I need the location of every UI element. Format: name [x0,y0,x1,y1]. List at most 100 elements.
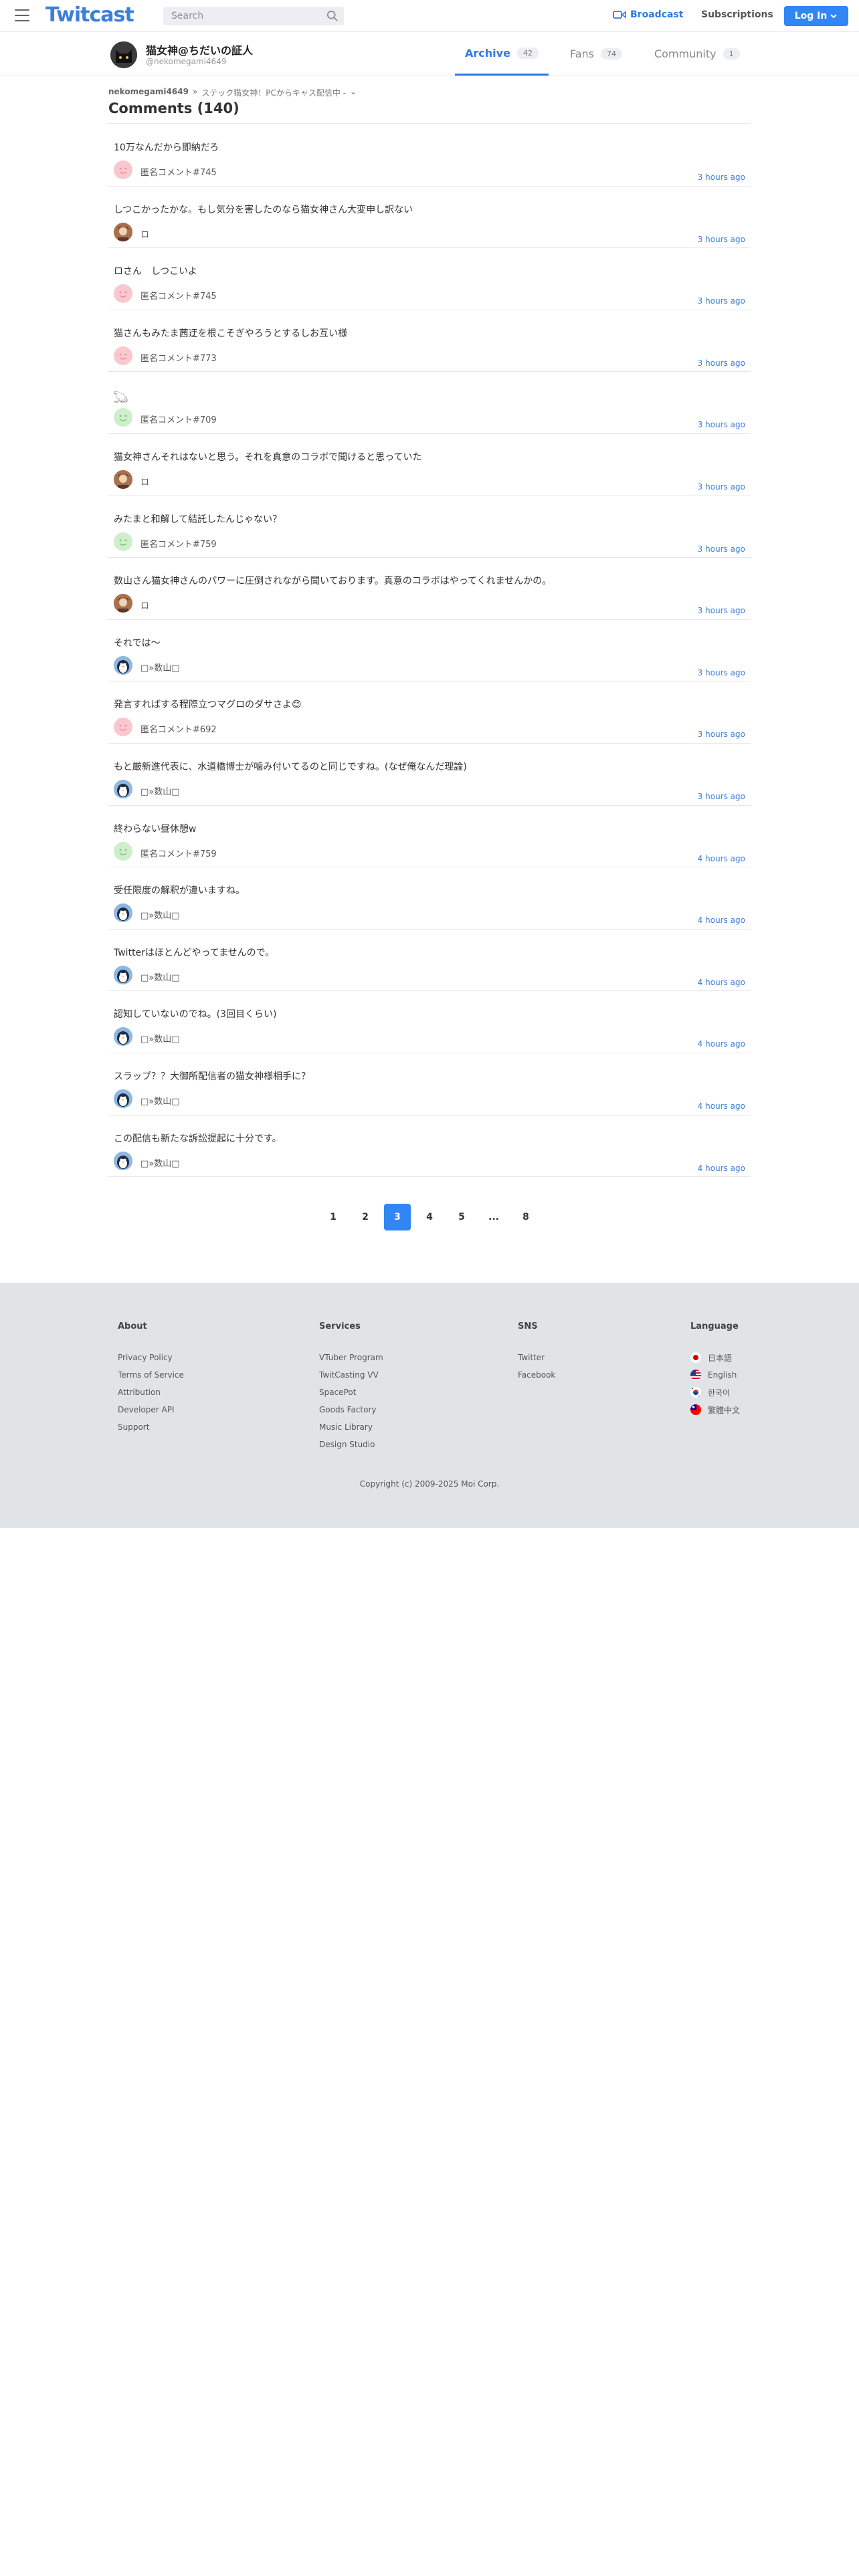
comment-time[interactable]: 3 hours ago [698,544,745,554]
footer-link[interactable]: TwitCasting VV [319,1370,383,1380]
comment-time[interactable]: 3 hours ago [698,358,745,368]
commenter-name[interactable]: 匿名コメント#759 [140,537,217,550]
commenter-avatar[interactable] [114,655,132,675]
chevron-down-icon[interactable]: ⌄ [350,87,357,98]
commenter-avatar[interactable] [114,1151,132,1170]
commenter-name[interactable]: □»数山□ [140,1156,180,1169]
commenter-avatar[interactable] [114,284,132,304]
comment-time[interactable]: 3 hours ago [698,296,745,306]
commenter-avatar[interactable] [114,469,132,489]
commenter-avatar[interactable] [114,222,132,241]
footer-link[interactable]: VTuber Program [319,1353,383,1362]
breadcrumb-current[interactable]: ステック猫女神！PCからキャス配信中 - [201,87,346,98]
language-korean[interactable]: 한국어 [690,1387,740,1398]
page-button-2[interactable]: 2 [352,1204,379,1230]
tab-community[interactable]: Community 1 [654,32,740,76]
commenter-avatar[interactable] [114,160,132,179]
comment-time[interactable]: 4 hours ago [698,978,745,987]
commenter-avatar[interactable] [114,594,132,613]
commenter-avatar[interactable] [114,841,132,861]
comment-item: 終わらない昼休憩w 匿名コメント#759 4 hours ago [108,806,751,868]
page-button-8[interactable]: 8 [512,1204,539,1230]
comment-time[interactable]: 3 hours ago [698,482,745,492]
footer-link[interactable]: SpacePot [319,1388,383,1397]
search-icon[interactable] [326,10,339,22]
commenter-name[interactable]: ロ [140,475,149,488]
search-input[interactable] [163,7,344,25]
footer-link-twitter[interactable]: Twitter [518,1353,555,1362]
tab-archive[interactable]: Archive 42 [455,32,549,76]
comment-text: 受任限度の解釈が違いますね。 [114,885,245,897]
profile-avatar[interactable] [110,41,137,68]
footer-link[interactable]: Developer API [118,1405,184,1414]
comment-time[interactable]: 3 hours ago [698,730,745,739]
tab-fans[interactable]: Fans 74 [570,32,623,76]
comment-text: 10万なんだから即納だろ [114,142,219,153]
breadcrumb-user[interactable]: nekomegami4649 [108,87,189,98]
commenter-name[interactable]: 匿名コメント#692 [140,722,217,735]
page-button-3[interactable]: 3 [384,1204,411,1230]
commenter-name[interactable]: □»数山□ [140,908,180,921]
commenter-name[interactable]: □»数山□ [140,1094,180,1107]
footer-link[interactable]: Design Studio [319,1440,383,1449]
comment-text: 終わらない昼休憩w [114,823,197,835]
comment-time[interactable]: 3 hours ago [698,235,745,244]
commenter-name[interactable]: ロ [140,599,149,611]
footer-link[interactable]: Terms of Service [118,1370,184,1380]
footer-link[interactable]: Privacy Policy [118,1353,184,1362]
commenter-avatar[interactable] [114,408,132,427]
commenter-name[interactable]: ロ [140,227,149,240]
commenter-name[interactable]: 匿名コメント#745 [140,165,217,178]
footer-link[interactable]: Support [118,1422,184,1432]
language-japanese[interactable]: 日本語 [690,1352,740,1363]
comment-time[interactable]: 3 hours ago [698,668,745,677]
commenter-avatar[interactable] [114,1089,132,1108]
user-photo-icon [114,469,132,489]
commenter-name[interactable]: □»数山□ [140,970,180,983]
footer-link[interactable]: Goods Factory [319,1405,383,1414]
commenter-avatar[interactable] [114,718,132,737]
commenter-name[interactable]: □»数山□ [140,784,180,797]
language-chinese-traditional[interactable]: 繁體中文 [690,1404,740,1415]
comment-time[interactable]: 4 hours ago [698,1101,745,1111]
language-english[interactable]: English [690,1370,740,1380]
commenter-avatar[interactable] [114,779,132,798]
commenter-name[interactable]: 匿名コメント#759 [140,847,217,859]
comment-text: 𓆏 [114,393,128,404]
footer-link[interactable]: Music Library [319,1422,383,1432]
commenter-name[interactable]: 匿名コメント#709 [140,413,217,425]
commenter-avatar[interactable] [114,1027,132,1047]
comment-time[interactable]: 4 hours ago [698,1164,745,1173]
commenter-avatar[interactable] [114,965,132,984]
commenter-name[interactable]: □»数山□ [140,1032,180,1045]
commenter-name[interactable]: □»数山□ [140,661,180,673]
pagination: 1 2 3 4 5... 8 [0,1204,859,1230]
comment-time[interactable]: 4 hours ago [698,916,745,925]
footer-link[interactable]: Attribution [118,1388,184,1397]
hamburger-menu-icon[interactable] [15,9,29,21]
comment-time[interactable]: 3 hours ago [698,173,745,182]
page-button-5[interactable]: 5 [448,1204,475,1230]
commenter-avatar[interactable] [114,903,132,923]
commenter-name[interactable]: 匿名コメント#745 [140,289,217,302]
footer-link-facebook[interactable]: Facebook [518,1370,555,1380]
broadcast-link[interactable]: Broadcast [613,9,683,20]
comment-time[interactable]: 4 hours ago [698,1039,745,1049]
page-button-4[interactable]: 4 [416,1204,443,1230]
comment-time[interactable]: 3 hours ago [698,606,745,615]
commenter-avatar[interactable] [114,532,132,551]
commenter-name[interactable]: 匿名コメント#773 [140,351,217,364]
smiley-face-icon [119,849,127,855]
footer-heading: Services [319,1321,361,1331]
twitcast-logo[interactable]: Twitcast [45,3,134,27]
commenter-avatar[interactable] [114,346,132,365]
subscriptions-link[interactable]: Subscriptions [701,9,773,20]
comment-time[interactable]: 4 hours ago [698,854,745,863]
page-button-1[interactable]: 1 [320,1204,347,1230]
comment-time[interactable]: 3 hours ago [698,420,745,429]
comment-time[interactable]: 3 hours ago [698,792,745,801]
login-button[interactable]: Log In [784,6,848,26]
comment-item: スラップ？？大御所配信者の猫女神様相手に？ □»数山□ 4 hours ago [108,1053,751,1115]
profile-name[interactable]: 猫女神@ちだいの証人 [146,41,253,58]
breadcrumb-separator: » [192,87,198,96]
